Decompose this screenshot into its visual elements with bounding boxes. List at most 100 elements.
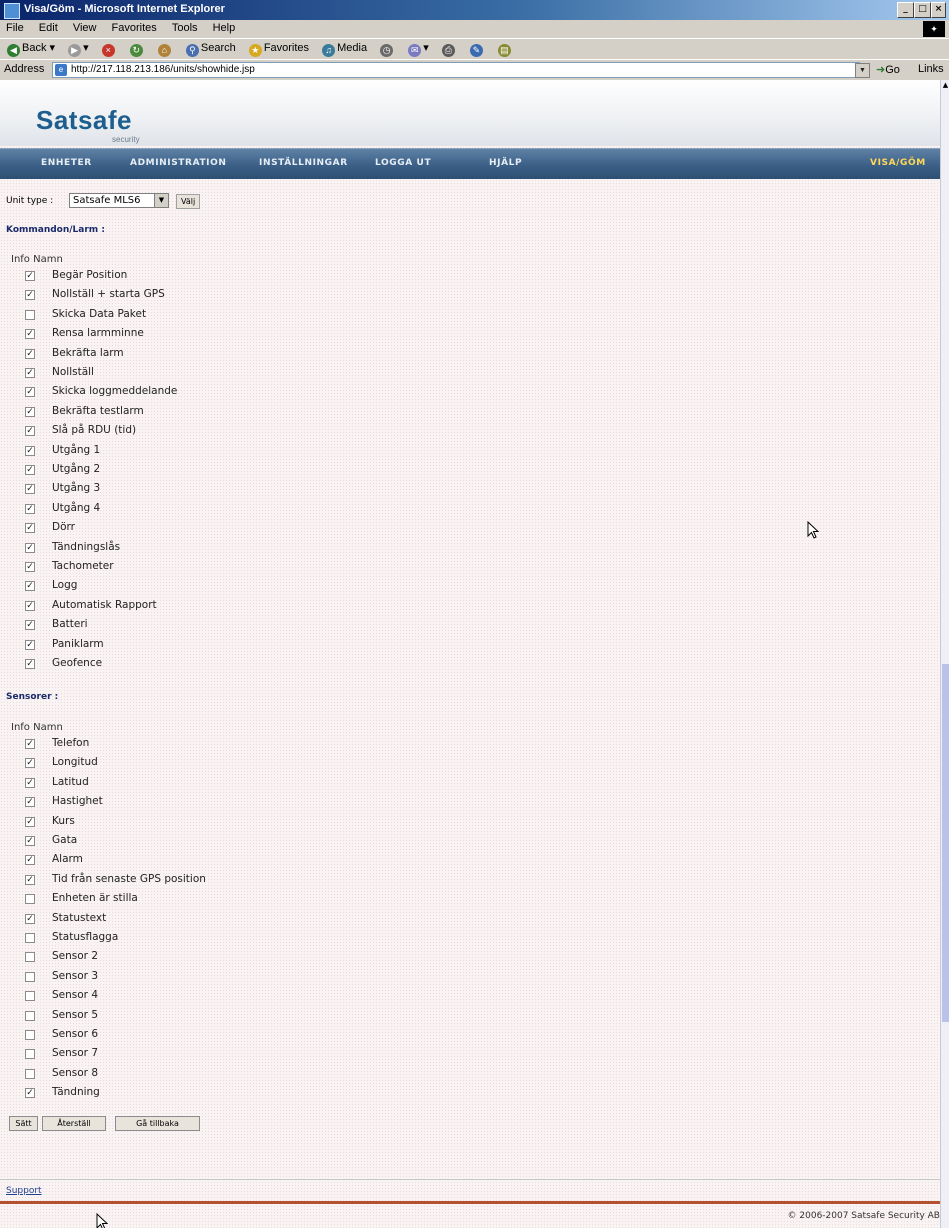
go-back-button[interactable]: Gå tillbaka bbox=[115, 1116, 200, 1131]
copyright-text: © 2006-2007 Satsafe Security AB bbox=[787, 1211, 940, 1221]
commands-section-title: Kommandon/Larm : bbox=[6, 225, 105, 235]
checkbox[interactable] bbox=[25, 991, 35, 1002]
checkbox[interactable]: ✓ bbox=[25, 445, 35, 456]
list-item-label: Paniklarm bbox=[52, 637, 104, 650]
search-button[interactable]: ⚲ Search bbox=[183, 40, 239, 59]
nav-enheter[interactable]: ENHETER bbox=[41, 158, 92, 168]
nav-logga-ut[interactable]: LOGGA UT bbox=[375, 158, 431, 168]
scrollbar-thumb[interactable] bbox=[942, 664, 949, 1022]
favorites-button[interactable]: ★ Favorites bbox=[246, 40, 312, 59]
address-dropdown-icon[interactable]: ▼ bbox=[855, 63, 870, 78]
menu-edit[interactable]: Edit bbox=[33, 20, 64, 36]
page-icon: e bbox=[55, 64, 67, 76]
satsafe-logo: Satsafe bbox=[36, 105, 132, 135]
set-button[interactable]: Sätt bbox=[9, 1116, 38, 1131]
menu-tools[interactable]: Tools bbox=[166, 20, 204, 36]
checkbox[interactable]: ✓ bbox=[25, 290, 35, 301]
checkbox[interactable] bbox=[25, 971, 35, 982]
checkbox[interactable]: ✓ bbox=[25, 913, 35, 924]
menu-file[interactable]: File bbox=[0, 20, 30, 36]
checkbox[interactable]: ✓ bbox=[25, 758, 35, 769]
checkbox[interactable]: ✓ bbox=[25, 581, 35, 592]
checkbox[interactable] bbox=[25, 1049, 35, 1060]
select-unit-button[interactable]: Välj bbox=[176, 194, 201, 209]
browser-toolbar: ◀ Back ▾ ▶ ▾ × ↻ ⌂ ⚲ Search ★ Favorites ♫ Med… bbox=[0, 38, 949, 59]
checkbox[interactable]: ✓ bbox=[25, 542, 35, 553]
checkbox[interactable]: ✓ bbox=[25, 426, 35, 437]
checkbox[interactable]: ✓ bbox=[25, 503, 35, 514]
list-item-label: Tändning bbox=[52, 1086, 100, 1099]
checkbox[interactable]: ✓ bbox=[25, 562, 35, 572]
checkbox[interactable]: ✓ bbox=[25, 484, 35, 495]
unit-type-label: Unit type : bbox=[6, 196, 54, 206]
checkbox[interactable]: ✓ bbox=[25, 406, 35, 417]
forward-button[interactable]: ▶ ▾ bbox=[65, 39, 92, 59]
reset-button[interactable]: Återställ bbox=[42, 1116, 106, 1131]
checkbox[interactable]: ✓ bbox=[25, 271, 35, 281]
checkbox[interactable] bbox=[25, 894, 35, 905]
checkbox[interactable]: ✓ bbox=[25, 659, 35, 669]
media-button[interactable]: ♫ Media bbox=[319, 40, 370, 59]
checkbox[interactable] bbox=[25, 952, 35, 963]
checkbox[interactable]: ✓ bbox=[25, 739, 35, 749]
checkbox[interactable]: ✓ bbox=[25, 874, 35, 885]
checkbox[interactable] bbox=[25, 1068, 35, 1079]
vertical-scrollbar[interactable]: ▲ bbox=[940, 80, 949, 1228]
main-nav: ENHETER ADMINISTRATION INSTÄLLNINGAR LOG… bbox=[0, 148, 940, 179]
back-button[interactable]: ◀ Back ▾ bbox=[4, 39, 58, 59]
checkbox[interactable] bbox=[25, 1010, 35, 1021]
discuss-button[interactable]: ▤ bbox=[495, 40, 516, 59]
checkbox[interactable]: ✓ bbox=[25, 639, 35, 650]
window-title: Visa/Göm - Microsoft Internet Explorer bbox=[24, 3, 225, 15]
list-item-label: Skicka Data Paket bbox=[52, 307, 147, 320]
checkbox[interactable]: ✓ bbox=[25, 797, 35, 808]
list-item-label: Sensor 4 bbox=[52, 989, 99, 1002]
menu-view[interactable]: View bbox=[67, 20, 103, 36]
checkbox[interactable]: ✓ bbox=[25, 777, 35, 788]
checkbox[interactable]: ✓ bbox=[25, 465, 35, 475]
checkbox[interactable]: ✓ bbox=[25, 1088, 35, 1099]
stop-button[interactable]: × bbox=[99, 40, 120, 59]
scroll-up-icon[interactable]: ▲ bbox=[941, 80, 949, 90]
maximize-icon[interactable]: □ bbox=[914, 2, 931, 18]
checkbox[interactable]: ✓ bbox=[25, 348, 35, 359]
minimize-icon[interactable]: _ bbox=[897, 2, 914, 18]
checkbox[interactable]: ✓ bbox=[25, 387, 35, 398]
checkbox[interactable]: ✓ bbox=[25, 855, 35, 866]
checkbox[interactable]: ✓ bbox=[25, 368, 35, 378]
list-item-label: Sensor 5 bbox=[52, 1008, 99, 1021]
checkbox[interactable] bbox=[25, 309, 35, 320]
url-input[interactable]: http://217.118.213.186/units/showhide.js… bbox=[52, 62, 860, 78]
go-button[interactable]: ➜Go bbox=[876, 63, 900, 76]
checkbox[interactable]: ✓ bbox=[25, 836, 35, 846]
nav-administration[interactable]: ADMINISTRATION bbox=[130, 158, 227, 168]
menu-favorites[interactable]: Favorites bbox=[106, 20, 163, 36]
checkbox[interactable]: ✓ bbox=[25, 620, 35, 631]
links-button[interactable]: Links bbox=[918, 63, 944, 75]
home-button[interactable]: ⌂ bbox=[155, 40, 176, 59]
nav-installningar[interactable]: INSTÄLLNINGAR bbox=[259, 158, 348, 168]
refresh-button[interactable]: ↻ bbox=[127, 40, 148, 59]
support-link[interactable]: Support bbox=[6, 1186, 42, 1196]
close-icon[interactable]: × bbox=[931, 2, 946, 18]
page-header: Satsafe security bbox=[0, 80, 940, 146]
mail-button[interactable]: ✉ ▾ bbox=[405, 39, 432, 59]
edit-page-button[interactable]: ✎ bbox=[467, 40, 488, 59]
checkbox[interactable]: ✓ bbox=[25, 816, 35, 827]
list-item-label: Utgång 3 bbox=[52, 482, 101, 495]
checkbox[interactable] bbox=[25, 933, 35, 943]
edit-icon: ✎ bbox=[469, 43, 483, 57]
checkbox[interactable]: ✓ bbox=[25, 329, 35, 340]
menu-help[interactable]: Help bbox=[207, 20, 242, 36]
checkbox[interactable] bbox=[25, 1030, 35, 1040]
print-button[interactable]: ⎙ bbox=[439, 40, 460, 59]
unit-type-select[interactable]: Satsafe MLS6 ▼ bbox=[69, 193, 169, 208]
checkbox[interactable]: ✓ bbox=[25, 523, 35, 534]
nav-hjalp[interactable]: HJÄLP bbox=[489, 158, 522, 168]
history-button[interactable]: ◷ bbox=[377, 40, 398, 59]
nav-visa-gom[interactable]: VISA/GÖM bbox=[870, 158, 926, 168]
address-label: Address bbox=[4, 63, 45, 75]
checkbox[interactable]: ✓ bbox=[25, 600, 35, 611]
list-item-label: Sensor 3 bbox=[52, 969, 99, 982]
list-item-label: Statustext bbox=[52, 911, 107, 924]
